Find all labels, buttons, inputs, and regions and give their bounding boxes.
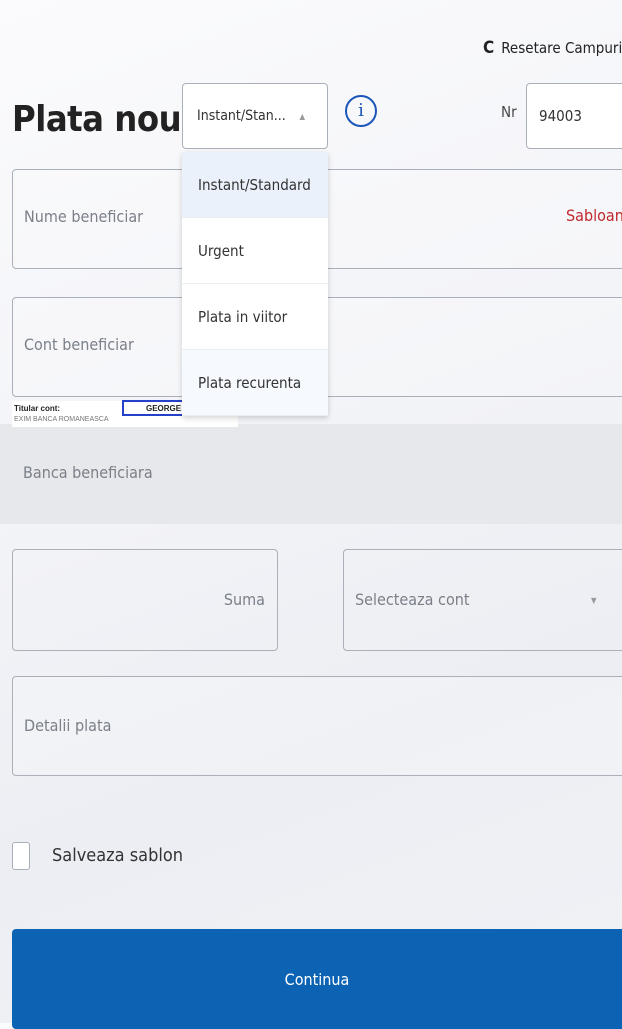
- save-template-checkbox[interactable]: [12, 842, 30, 870]
- account-holder-bank: EXIM BANCA ROMANEASCA: [14, 416, 109, 423]
- source-account-select[interactable]: Selecteaza cont ▼: [343, 549, 622, 651]
- beneficiary-bank-placeholder: Banca beneficiara: [23, 463, 153, 482]
- beneficiary-account-placeholder: Cont beneficiar: [24, 335, 134, 354]
- option-instant-standard[interactable]: Instant/Standard: [182, 152, 328, 218]
- info-icon[interactable]: i: [345, 95, 377, 127]
- page-title: Plata noua: [12, 99, 203, 140]
- continue-button[interactable]: Continua: [12, 929, 622, 1029]
- payment-details-placeholder: Detalii plata: [24, 716, 112, 735]
- payment-type-dropdown: Instant/Standard Urgent Plata in viitor …: [182, 152, 328, 416]
- templates-link[interactable]: Sabloane: [566, 206, 622, 225]
- amount-field[interactable]: Suma: [12, 549, 278, 651]
- option-urgent[interactable]: Urgent: [182, 218, 328, 284]
- nr-input[interactable]: 94003: [526, 83, 622, 149]
- caret-up-icon: ▲: [299, 112, 305, 121]
- option-plata-in-viitor[interactable]: Plata in viitor: [182, 284, 328, 350]
- payment-type-select[interactable]: Instant/Stan... ▲: [182, 83, 328, 149]
- option-plata-recurenta[interactable]: Plata recurenta: [182, 350, 328, 416]
- save-template-label: Salveaza sablon: [52, 845, 184, 866]
- refresh-icon: C: [483, 38, 495, 58]
- payment-type-selected-value: Instant/Stan...: [197, 108, 286, 124]
- nr-value: 94003: [539, 107, 582, 125]
- nr-label: Nr: [501, 103, 517, 121]
- beneficiary-bank-field: Banca beneficiara: [0, 424, 622, 524]
- caret-down-icon: ▼: [591, 596, 597, 605]
- beneficiary-name-placeholder: Nume beneficiar: [24, 207, 144, 226]
- account-holder-label: Titular cont:: [14, 404, 61, 413]
- continue-label: Continua: [284, 969, 350, 989]
- amount-placeholder: Suma: [223, 590, 265, 609]
- source-account-placeholder: Selecteaza cont: [355, 590, 470, 609]
- payment-details-field[interactable]: Detalii plata: [12, 676, 622, 776]
- reset-fields-label: Resetare Campuri: [501, 39, 622, 57]
- reset-fields-button[interactable]: C Resetare Campuri: [483, 38, 622, 58]
